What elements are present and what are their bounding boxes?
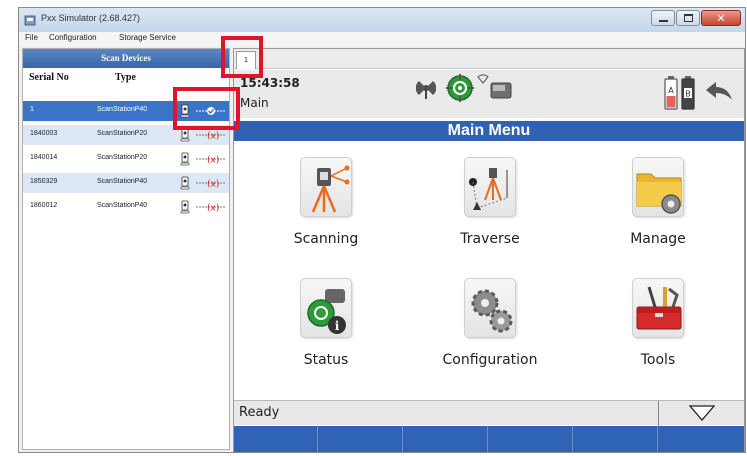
tools-tile[interactable]: Tools [588, 278, 728, 388]
status-icon: i [307, 289, 346, 334]
scanning-tile[interactable]: Scanning [256, 157, 396, 267]
function-key-5[interactable] [574, 426, 658, 452]
scan-devices-header: Scan Devices [23, 49, 229, 68]
gears-icon [471, 289, 513, 333]
svg-text:i: i [335, 319, 340, 333]
device-type: ScanStationP40 [97, 106, 148, 113]
main-menu-title: Main Menu [234, 121, 744, 141]
menu-configuration[interactable]: Configuration [49, 33, 97, 42]
status-tile-button: i [300, 278, 352, 338]
device-type: ScanStationP40 [97, 202, 148, 209]
toolbox-icon [636, 286, 682, 330]
menu-storage-service[interactable]: Storage Service [119, 33, 176, 42]
window-title: Pxx Simulator (2.68.427) [41, 13, 141, 23]
simulator-window: Pxx Simulator (2.68.427) ✕ File Configur… [18, 7, 746, 453]
function-key-1[interactable] [234, 426, 318, 452]
folder-gear-icon [636, 173, 682, 214]
title-bar: Pxx Simulator (2.68.427) ✕ [19, 8, 745, 32]
minimize-button[interactable] [651, 10, 675, 26]
maximize-icon [684, 14, 693, 22]
function-key-6[interactable] [659, 426, 743, 452]
back-arrow-icon[interactable] [704, 80, 734, 104]
disconnected-icon: (x) [196, 156, 226, 165]
tools-label: Tools [640, 352, 676, 368]
column-header-serial[interactable]: Serial No [29, 72, 69, 83]
function-key-bar [234, 426, 744, 452]
battery-a-icon: A [664, 76, 678, 110]
menu-file[interactable]: File [25, 33, 38, 42]
device-serial: 1860012 [30, 202, 58, 209]
dropdown-triangle-icon[interactable] [689, 405, 715, 421]
status-area: 15:43:58 Main A B [234, 70, 744, 118]
level-bubble-icon[interactable] [446, 74, 474, 102]
scanning-icon [311, 165, 350, 213]
disconnected-icon: (x) [196, 204, 226, 213]
traverse-icon [469, 168, 508, 210]
clock-time: 15:43:58 [240, 76, 300, 90]
device-row[interactable]: 1840014 ScanStationP20 (x) [23, 149, 229, 169]
svg-text:(x): (x) [207, 204, 219, 213]
scanner-icon [180, 200, 190, 214]
scanner-icon [180, 128, 190, 142]
device-type: ScanStationP40 [97, 178, 148, 185]
configuration-label: Configuration [442, 352, 538, 368]
traverse-tile-button [464, 157, 516, 217]
svg-text:A: A [668, 86, 674, 95]
function-key-4[interactable] [489, 426, 573, 452]
tools-tile-button [632, 278, 684, 338]
device-type: ScanStationP20 [97, 154, 148, 161]
status-bar: Ready [234, 400, 744, 426]
column-header-type[interactable]: Type [115, 72, 136, 83]
status-separator [658, 401, 659, 426]
close-icon: ✕ [716, 12, 726, 25]
device-row[interactable]: 1850329 ScanStationP40 (x) [23, 173, 229, 193]
status-label: Status [303, 352, 349, 368]
battery-b-icon: B [681, 76, 695, 110]
device-serial: 1840014 [30, 154, 58, 161]
function-key-2[interactable] [319, 426, 403, 452]
traverse-label: Traverse [460, 231, 520, 247]
close-button[interactable]: ✕ [701, 10, 741, 26]
app-icon [24, 15, 36, 26]
scanning-label: Scanning [293, 231, 359, 247]
fan-icon[interactable] [416, 78, 436, 100]
disconnected-icon: (x) [196, 180, 226, 189]
wlan-icon[interactable] [477, 74, 489, 84]
window-controls: ✕ [651, 10, 741, 26]
status-tile[interactable]: i Status [256, 278, 396, 388]
device-serial: 1 [30, 106, 34, 113]
scanner-icon [180, 176, 190, 190]
svg-text:(x): (x) [207, 132, 219, 141]
manage-tile-button [632, 157, 684, 217]
highlight-connection-box [173, 87, 240, 130]
minimize-icon [659, 20, 668, 22]
svg-text:B: B [685, 90, 691, 99]
scanning-tile-button [300, 157, 352, 217]
device-serial: 1850329 [30, 178, 58, 185]
disconnected-icon: (x) [196, 132, 226, 141]
menu-bar: File Configuration Storage Service [19, 32, 745, 46]
scanner-icon [180, 152, 190, 166]
manage-label: Manage [630, 231, 686, 247]
configuration-tile[interactable]: Configuration [420, 278, 560, 388]
maximize-button[interactable] [676, 10, 700, 26]
function-key-3[interactable] [404, 426, 488, 452]
svg-text:(x): (x) [207, 156, 219, 165]
configuration-tile-button [464, 278, 516, 338]
highlight-tab-box [221, 36, 263, 78]
svg-text:(x): (x) [207, 180, 219, 189]
tab-strip: 1 [234, 49, 744, 69]
device-screen: 1 15:43:58 Main A B Main Menu Scanning T… [233, 48, 745, 452]
device-row[interactable]: 1860012 ScanStationP40 (x) [23, 197, 229, 217]
mode-label: Main [240, 96, 269, 110]
device-serial: 1840003 [30, 130, 58, 137]
manage-tile[interactable]: Manage [588, 157, 728, 267]
device-type: ScanStationP20 [97, 130, 148, 137]
ready-status: Ready [239, 405, 280, 420]
traverse-tile[interactable]: Traverse [420, 157, 560, 267]
memory-device-icon[interactable] [490, 82, 512, 100]
